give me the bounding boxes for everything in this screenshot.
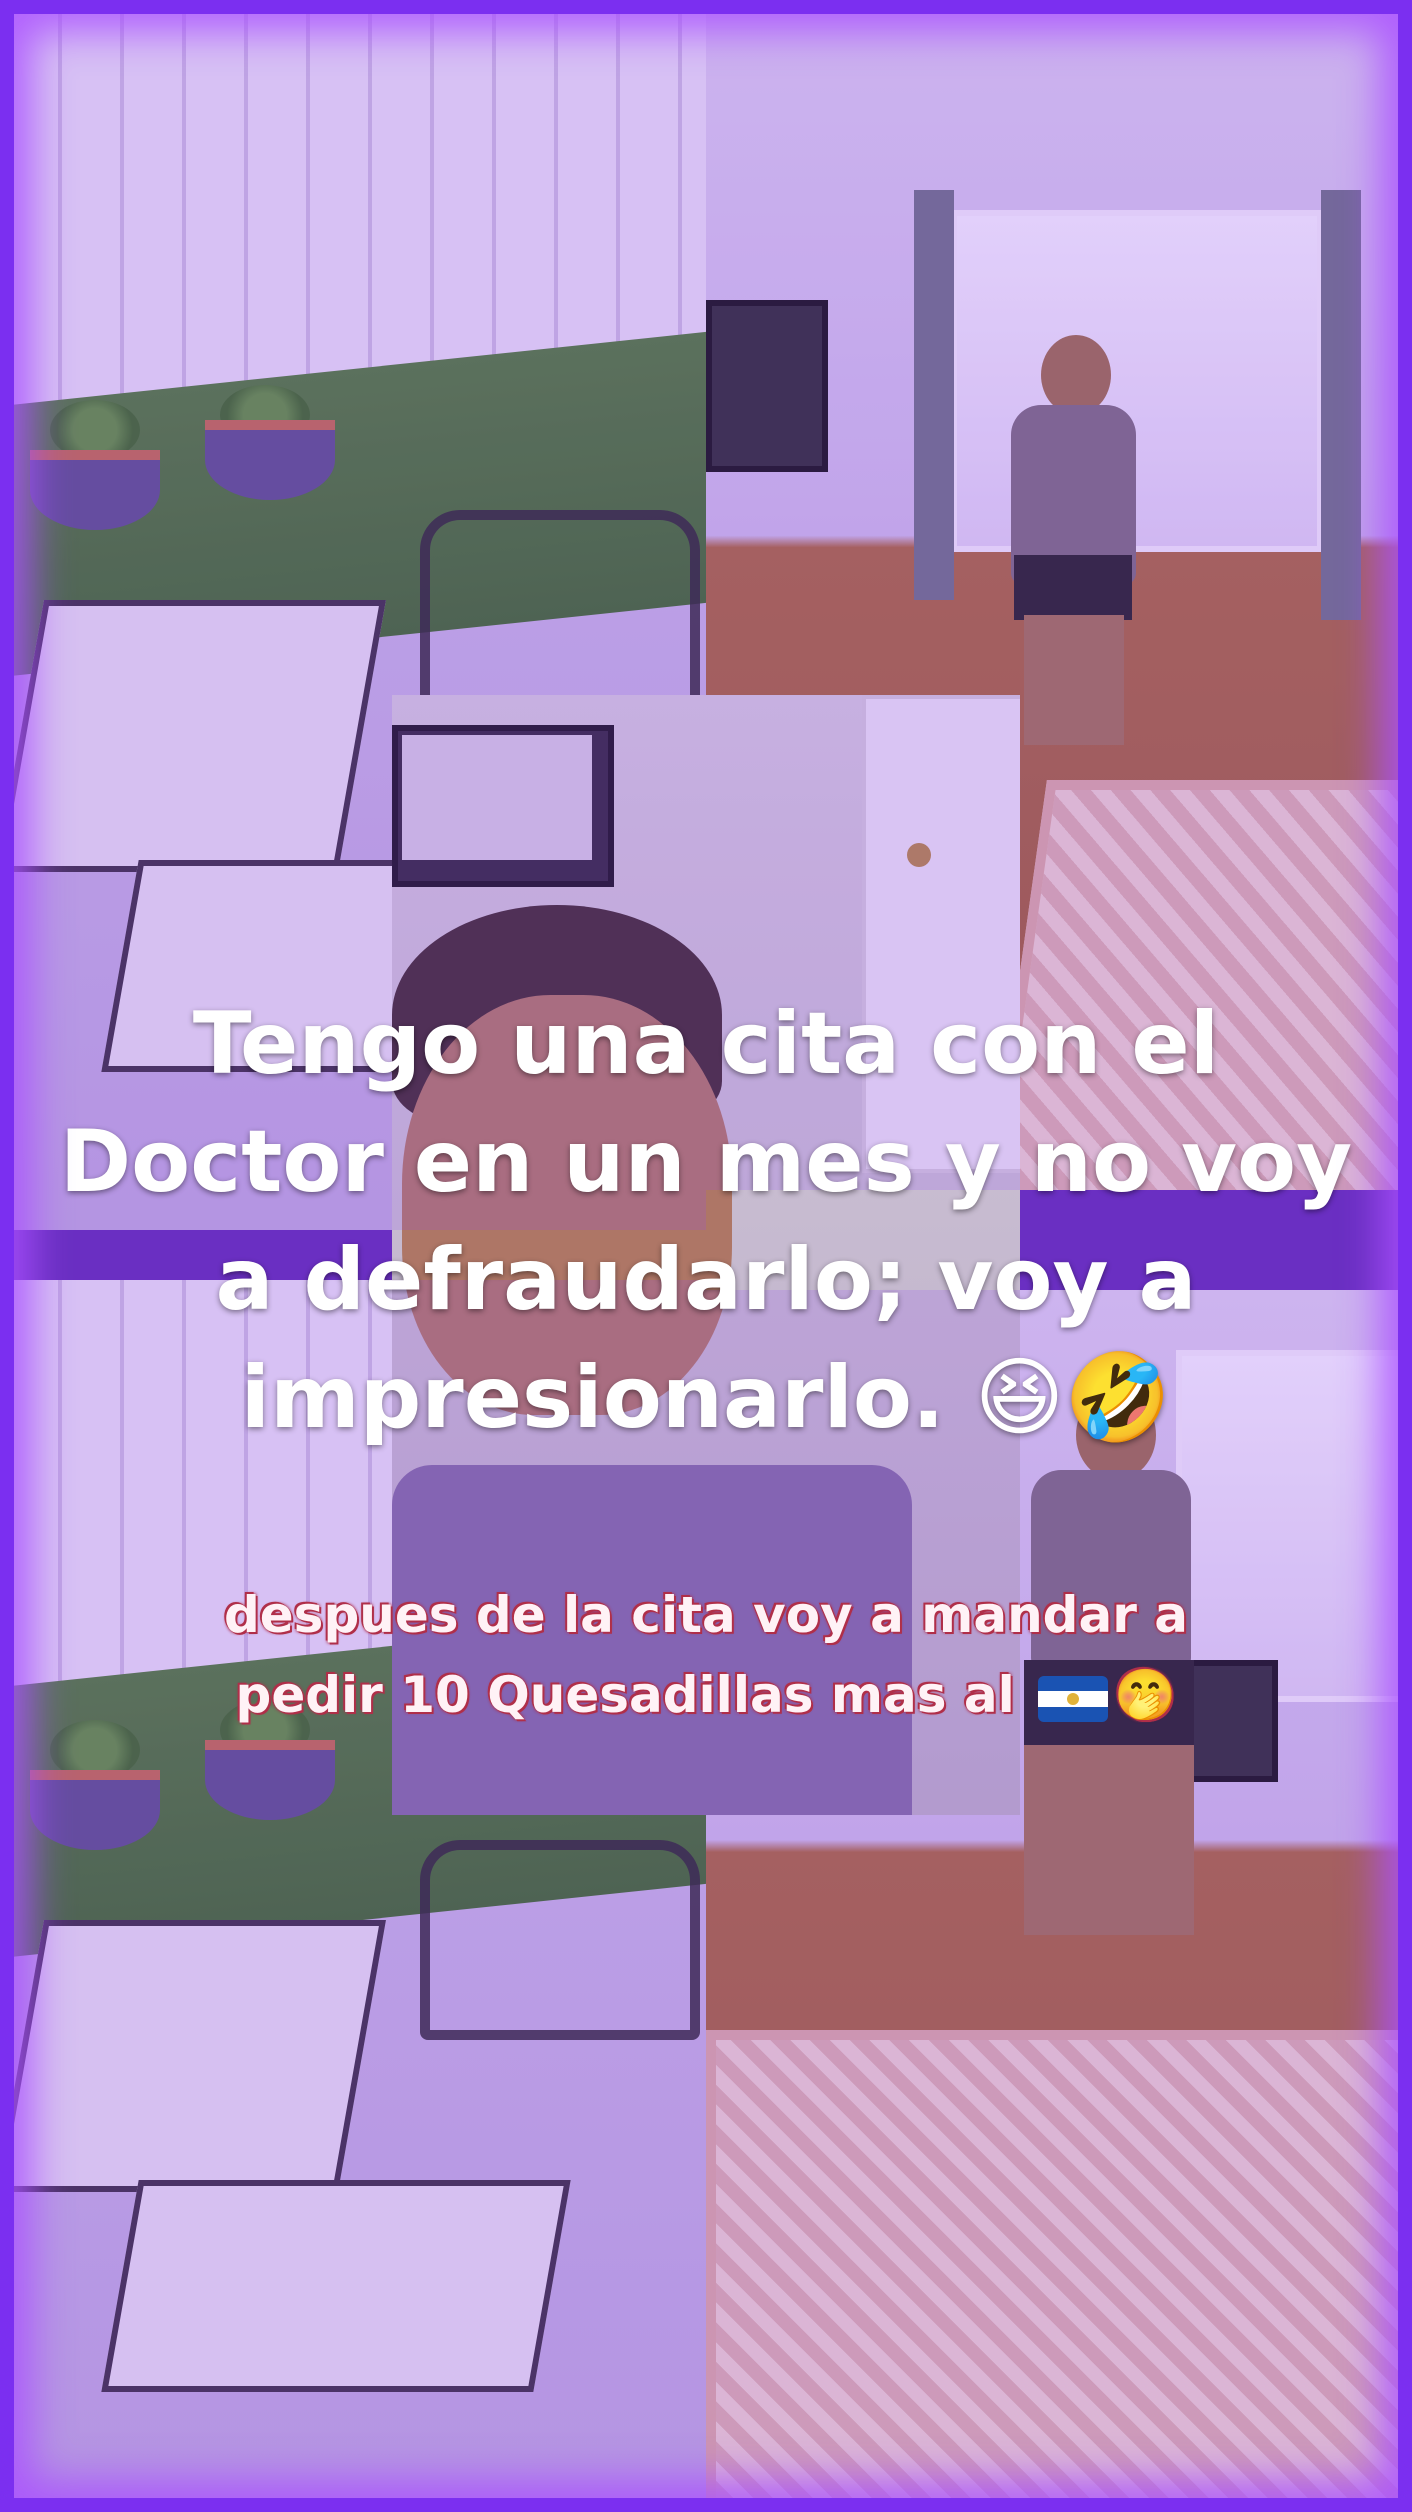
flower-pot	[205, 1740, 335, 1820]
patio-table	[101, 2180, 571, 2392]
sub-caption-line: pedir 10 Quesadillas mas al 🤭	[0, 1655, 1412, 1735]
patio-table	[0, 600, 386, 872]
caption-line: a defraudarlo; voy a	[215, 1230, 1197, 1330]
patio-table	[0, 1920, 386, 2192]
person-shorts	[1014, 555, 1132, 620]
monitor-screen	[402, 735, 592, 860]
sub-caption-line: despues de la cita voy a mandar a	[223, 1586, 1188, 1644]
sub-caption-text: pedir 10 Quesadillas mas al	[235, 1666, 1015, 1724]
person-legs	[1024, 1745, 1194, 1935]
flower-pot	[30, 450, 160, 530]
curtain	[914, 190, 954, 600]
window	[951, 210, 1323, 552]
patio-chair	[420, 510, 700, 710]
curtain	[1321, 190, 1361, 620]
caption-line: Tengo una cita con el	[192, 994, 1220, 1094]
caption-line: impresionarlo. 😆🤣	[240, 1348, 1172, 1448]
flower-pot	[205, 420, 335, 500]
person-head	[1041, 335, 1111, 415]
television	[706, 300, 828, 472]
main-caption: Tengo una cita con el Doctor en un mes y…	[0, 985, 1412, 1457]
rug	[706, 2030, 1412, 2512]
door-knob	[907, 843, 931, 867]
hand-over-mouth-icon: 🤭	[1114, 1666, 1177, 1724]
el-salvador-flag-icon	[1038, 1675, 1109, 1722]
caption-line: Doctor en un mes y no voy	[59, 1112, 1353, 1212]
patio-chair	[420, 1840, 700, 2040]
flower-pot	[30, 1770, 160, 1850]
sub-caption: despues de la cita voy a mandar a pedir …	[0, 1575, 1412, 1735]
person-legs	[1024, 615, 1124, 745]
